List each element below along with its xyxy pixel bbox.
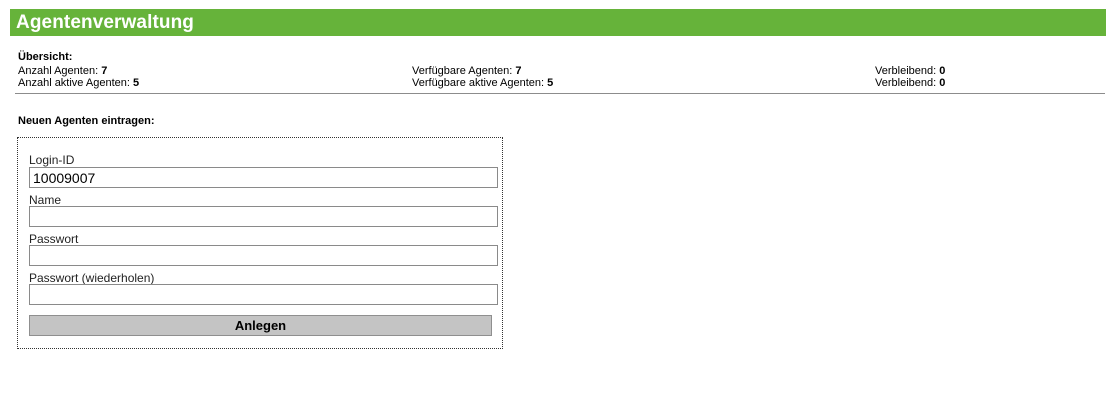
new-agent-form: Login-ID Name Passwort Passwort (wiederh… — [17, 137, 503, 349]
password-repeat-label: Passwort (wiederholen) — [29, 271, 155, 285]
stat-available-active-agents: Verfügbare aktive Agenten: 5 — [412, 77, 553, 89]
page-title: Agentenverwaltung — [16, 11, 194, 33]
stat-label: Verbleibend: — [875, 65, 937, 77]
password-input[interactable] — [29, 245, 498, 266]
header-bar: Agentenverwaltung — [10, 9, 1106, 36]
stat-active-agents: Anzahl aktive Agenten: 5 — [18, 77, 139, 89]
stat-label: Verfügbare aktive Agenten: — [412, 77, 545, 89]
stat-value: 7 — [101, 65, 108, 77]
stat-remaining-agents: Verbleibend: 0 — [875, 65, 945, 77]
stat-label: Anzahl aktive Agenten: — [18, 77, 130, 89]
login-id-input[interactable] — [29, 167, 498, 188]
stat-value: 0 — [939, 77, 946, 89]
overview-heading: Übersicht: — [18, 51, 73, 63]
name-label: Name — [29, 193, 62, 207]
stat-value: 5 — [547, 77, 554, 89]
new-agent-heading: Neuen Agenten eintragen: — [18, 115, 155, 127]
stat-label: Verbleibend: — [875, 77, 937, 89]
stat-total-agents: Anzahl Agenten: 7 — [18, 65, 107, 77]
stat-value: 0 — [939, 65, 946, 77]
stat-value: 7 — [515, 65, 522, 77]
stat-label: Anzahl Agenten: — [18, 65, 99, 77]
password-repeat-input[interactable] — [29, 284, 498, 305]
login-id-label: Login-ID — [29, 153, 75, 167]
stat-value: 5 — [132, 77, 140, 89]
stat-remaining-active-agents: Verbleibend: 0 — [875, 77, 945, 89]
divider — [15, 93, 1105, 94]
stat-label: Verfügbare Agenten: — [412, 65, 513, 77]
stat-available-agents: Verfügbare Agenten: 7 — [412, 65, 522, 77]
name-input[interactable] — [29, 206, 498, 227]
create-agent-button[interactable]: Anlegen — [29, 315, 492, 336]
password-label: Passwort — [29, 232, 79, 246]
